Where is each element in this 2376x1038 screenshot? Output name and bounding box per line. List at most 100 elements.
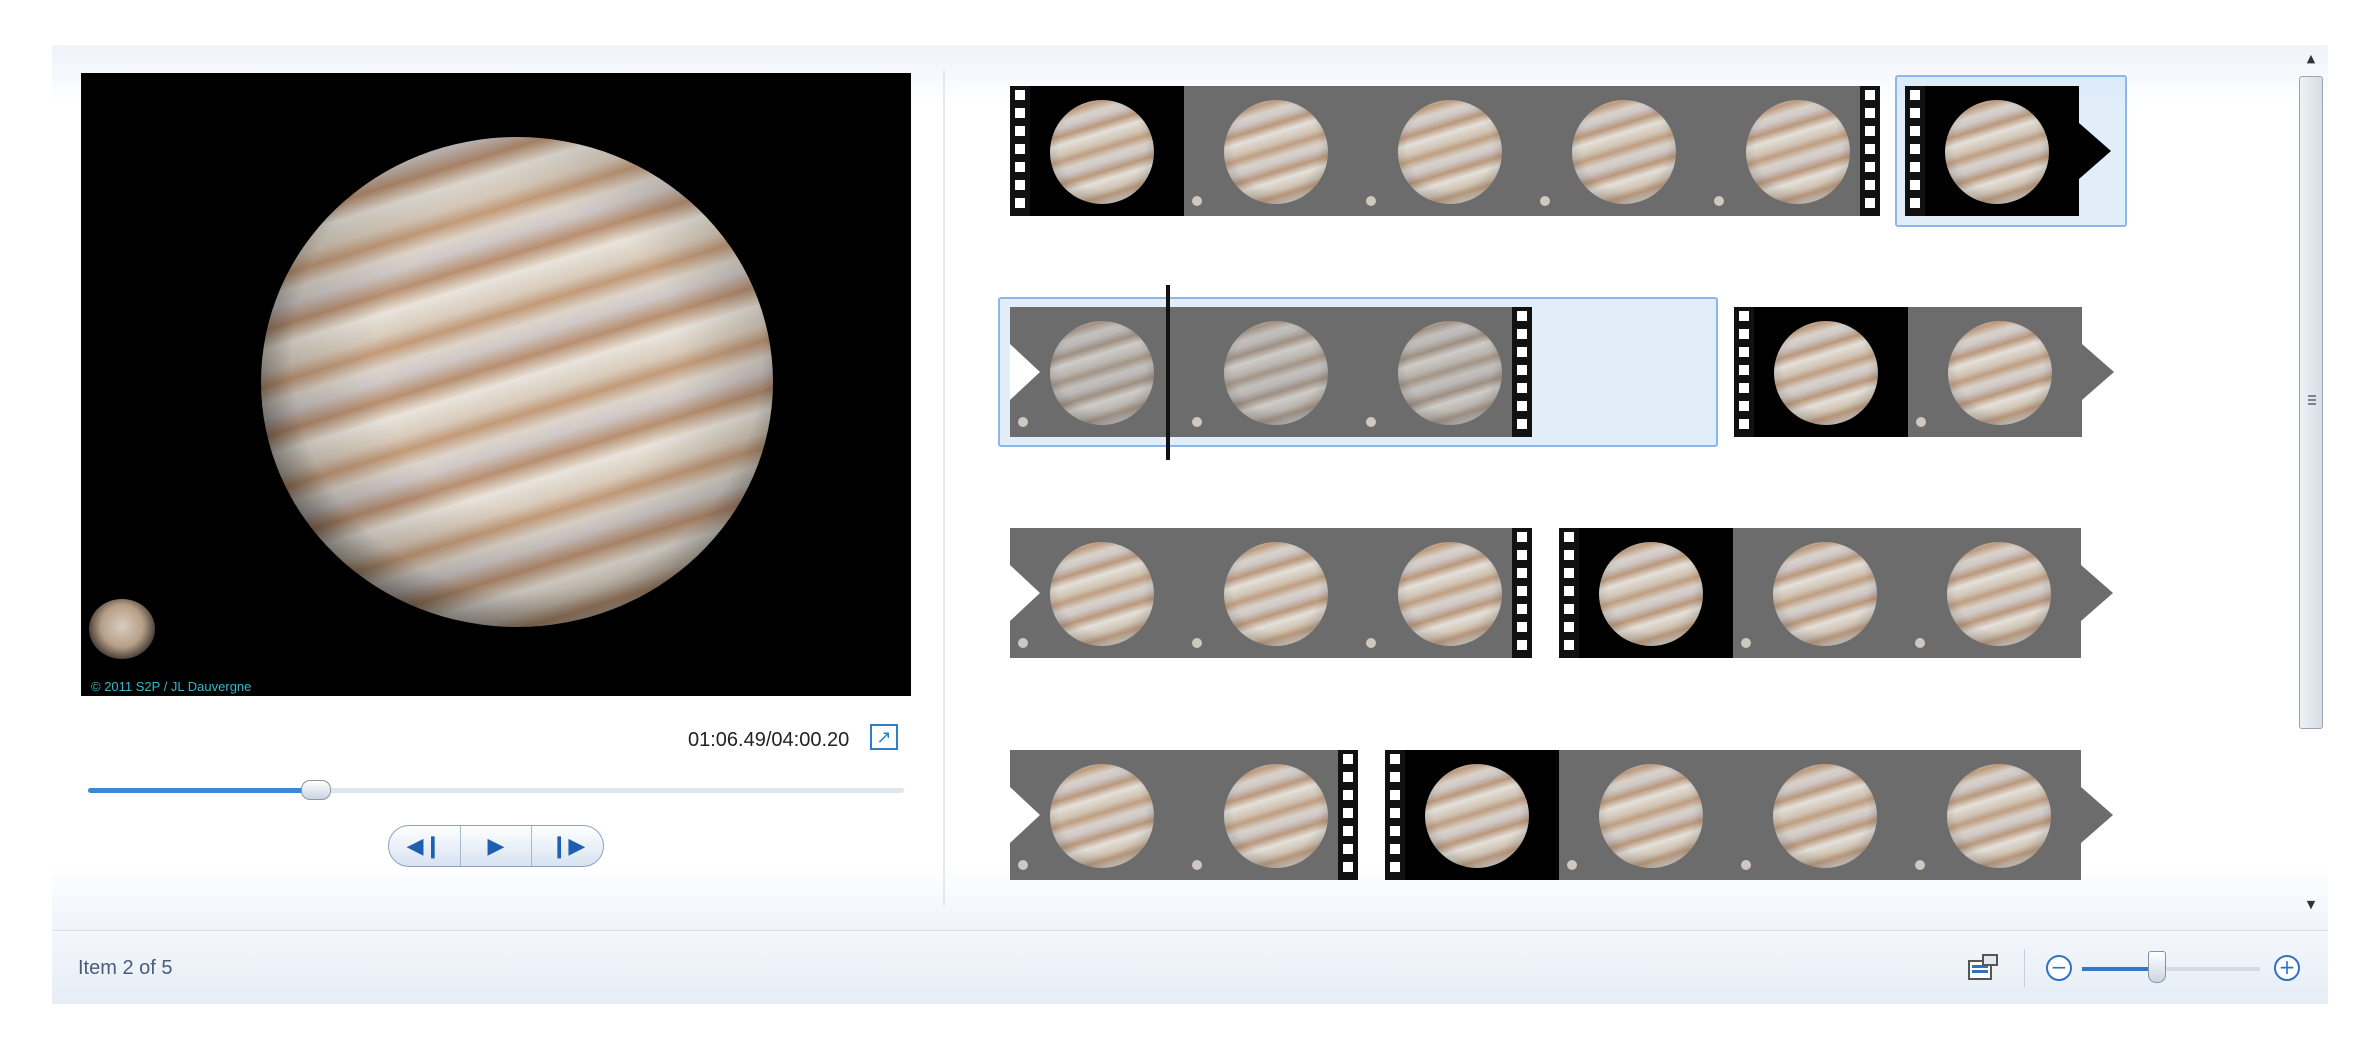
clip-thumbnail (1184, 307, 1358, 437)
clip-thumbnail (1905, 86, 2079, 216)
film-sprocket (1512, 528, 1532, 658)
jupiter-thumbnail (1948, 321, 2052, 425)
video-preview[interactable]: © 2011 S2P / JL Dauvergne (81, 73, 911, 696)
film-sprocket (1385, 750, 1405, 880)
scroll-down-arrow-icon[interactable]: ▼ (2296, 898, 2326, 916)
clip-continues-right-icon (2081, 787, 2113, 843)
clip-continues-right-icon (2081, 565, 2113, 621)
status-bar: Item 2 of 5 − + (52, 930, 2328, 1004)
jupiter-thumbnail (1572, 100, 1676, 204)
moon-marker (1018, 638, 1028, 648)
scroll-up-arrow-icon[interactable]: ▲ (2296, 52, 2326, 70)
moon-marker (1192, 417, 1202, 427)
clip-continues-left-icon (1010, 787, 1040, 843)
jupiter-thumbnail (1774, 321, 1878, 425)
grip-icon (2308, 395, 2316, 407)
clip-2b[interactable] (1010, 307, 1532, 437)
clip-continues-right-icon (2079, 123, 2111, 179)
moon-marker (1366, 196, 1376, 206)
jupiter-thumbnail (1425, 764, 1529, 868)
jupiter-thumbnail (1947, 542, 2051, 646)
moon-marker (1018, 417, 1028, 427)
jupiter-thumbnail (1050, 542, 1154, 646)
moon-marker (1192, 196, 1202, 206)
moon-marker (1192, 860, 1202, 870)
moon-marker (1366, 417, 1376, 427)
clip-thumbnail (1532, 86, 1706, 216)
zoom-out-icon[interactable]: − (2046, 955, 2072, 981)
film-sprocket (1860, 86, 1880, 216)
timecode: 01:06.49/04:00.20 (688, 729, 850, 751)
clip-thumbnail (1908, 307, 2082, 437)
clip-thumbnail (1733, 750, 1907, 880)
seek-thumb[interactable] (301, 780, 332, 800)
previous-frame-button[interactable]: ◀❙ (389, 826, 460, 866)
next-frame-button[interactable]: ❙▶ (531, 826, 603, 866)
pane-divider[interactable] (943, 70, 945, 906)
logo-thumbnail (89, 599, 155, 659)
clip-4[interactable] (1559, 528, 2081, 658)
clip-continues-left-icon (1010, 344, 1040, 400)
playhead[interactable] (1166, 285, 1170, 460)
play-button[interactable]: ▶ (459, 826, 532, 866)
jupiter-thumbnail (1224, 321, 1328, 425)
status-text: Item 2 of 5 (78, 957, 173, 979)
jupiter-thumbnail (1398, 542, 1502, 646)
clip-1[interactable] (1010, 86, 1880, 216)
moon-marker (1018, 860, 1028, 870)
clip-thumbnail (1907, 528, 2081, 658)
fullscreen-preview-icon[interactable]: ↗ (870, 724, 898, 750)
clip-thumbnail (1559, 528, 1733, 658)
jupiter-thumbnail (1050, 321, 1154, 425)
jupiter-thumbnail (1947, 764, 2051, 868)
jupiter-thumbnail (1746, 100, 1850, 204)
clip-thumbnail (1733, 528, 1907, 658)
jupiter-thumbnail (1224, 764, 1328, 868)
jupiter-thumbnail (1224, 100, 1328, 204)
seek-bar-progress (88, 788, 317, 793)
storyboard-scrollbar[interactable]: ▲ ▼ (2296, 52, 2326, 916)
moon-marker (1567, 860, 1577, 870)
jupiter-thumbnail (1050, 764, 1154, 868)
clip-4b[interactable] (1010, 750, 1358, 880)
clip-thumbnail (1559, 750, 1733, 880)
film-sprocket (1734, 307, 1754, 437)
thumbnail-size-icon[interactable] (1967, 953, 1999, 983)
clip-3[interactable] (1734, 307, 2082, 437)
clip-thumbnail (1734, 307, 1908, 437)
moon-marker (1915, 860, 1925, 870)
moon-marker (1366, 638, 1376, 648)
jupiter-thumbnail (1773, 542, 1877, 646)
clip-thumbnail (1184, 86, 1358, 216)
clip-thumbnail (1358, 86, 1532, 216)
film-sprocket (1559, 528, 1579, 658)
zoom-in-icon[interactable]: + (2274, 955, 2300, 981)
moon-marker (1741, 860, 1751, 870)
clip-continues-left-icon (1010, 565, 1040, 621)
jupiter-thumbnail (1599, 542, 1703, 646)
jupiter-frame (261, 137, 773, 627)
clip-thumbnail (1184, 528, 1358, 658)
jupiter-thumbnail (1398, 100, 1502, 204)
zoom-slider-thumb[interactable] (2147, 951, 2166, 983)
clip-thumbnail (1184, 750, 1358, 880)
film-sprocket (1010, 86, 1030, 216)
jupiter-thumbnail (1945, 100, 2049, 204)
jupiter-thumbnail (1773, 764, 1877, 868)
jupiter-thumbnail (1224, 542, 1328, 646)
film-sprocket (1905, 86, 1925, 216)
moon-marker (1192, 638, 1202, 648)
clip-2[interactable] (1905, 86, 2079, 216)
moon-marker (1741, 638, 1751, 648)
moon-marker (1916, 417, 1926, 427)
clip-thumbnail (1358, 528, 1532, 658)
clip-thumbnail (1010, 86, 1184, 216)
film-sprocket (1338, 750, 1358, 880)
clip-5[interactable] (1385, 750, 2081, 880)
scrollbar-thumb[interactable] (2299, 76, 2323, 729)
moon-marker (1915, 638, 1925, 648)
jupiter-thumbnail (1599, 764, 1703, 868)
clip-3b[interactable] (1010, 528, 1532, 658)
video-credit: © 2011 S2P / JL Dauvergne (91, 679, 252, 694)
zoom-slider-fill (2082, 967, 2157, 971)
